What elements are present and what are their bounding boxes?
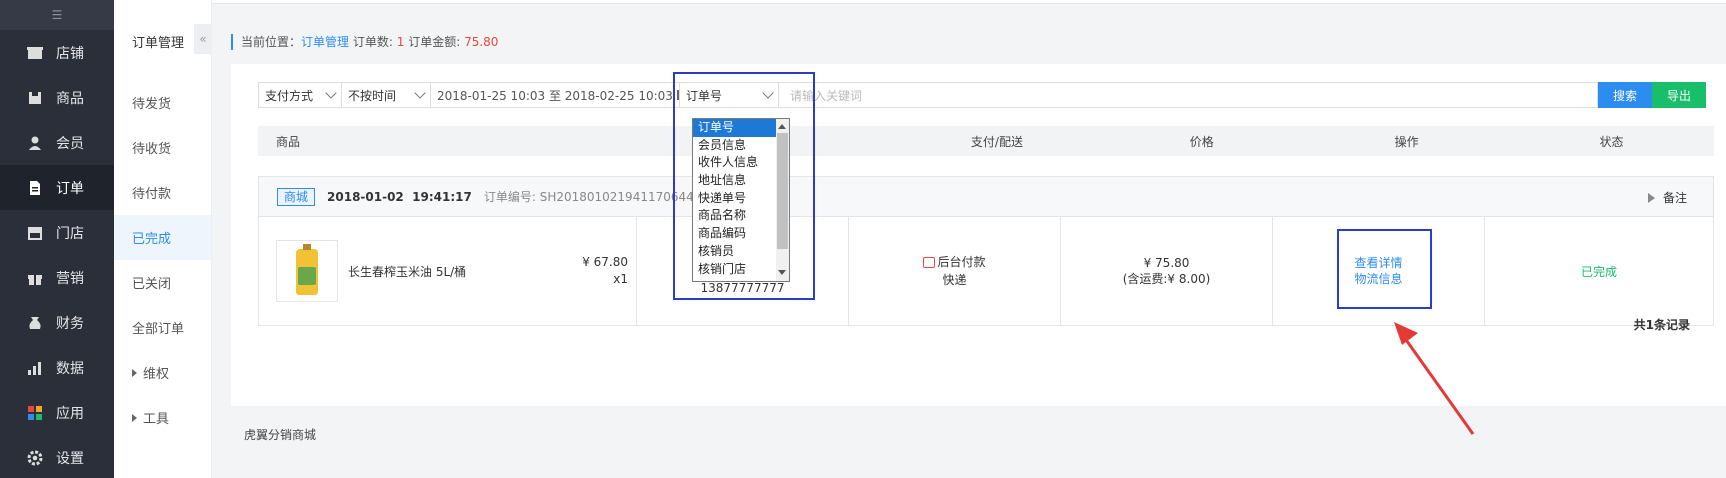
annotation-arrow: [1394, 322, 1475, 435]
